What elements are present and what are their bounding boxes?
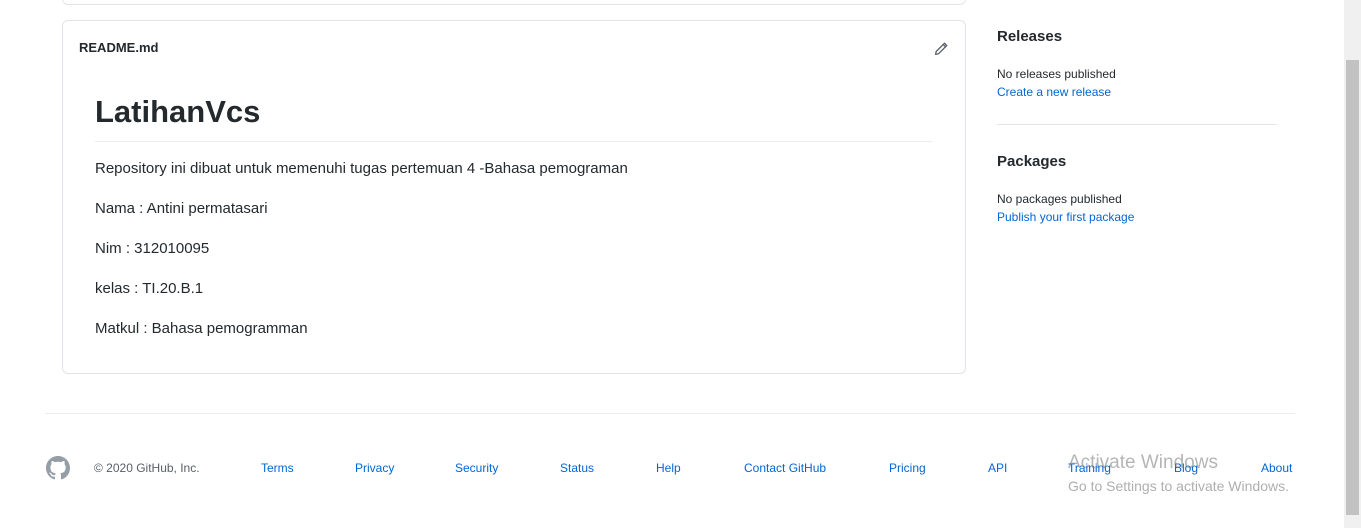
readme-filename: README.md (79, 40, 159, 55)
footer-link-help[interactable]: Help (656, 461, 681, 475)
readme-paragraph: Repository ini dibuat untuk memenuhi tug… (95, 160, 628, 177)
footer-link-about[interactable]: About (1261, 461, 1292, 475)
vertical-scrollbar[interactable] (1344, 0, 1361, 528)
packages-heading[interactable]: Packages (997, 153, 1066, 170)
footer-link-terms[interactable]: Terms (261, 461, 294, 475)
pencil-icon[interactable] (933, 41, 949, 57)
packages-status: No packages published (997, 192, 1122, 206)
previous-panel-edge (62, 0, 966, 5)
footer-link-security[interactable]: Security (455, 461, 498, 475)
footer-link-api[interactable]: API (988, 461, 1007, 475)
releases-heading[interactable]: Releases (997, 28, 1062, 45)
activation-watermark-subtitle: Go to Settings to activate Windows. (1068, 478, 1289, 494)
readme-paragraph: Nim : 312010095 (95, 240, 210, 257)
footer-link-contact[interactable]: Contact GitHub (744, 461, 826, 475)
readme-paragraph: Nama : Antini permatasari (95, 200, 268, 217)
scrollbar-thumb[interactable] (1346, 60, 1359, 515)
footer-link-pricing[interactable]: Pricing (889, 461, 926, 475)
readme-paragraph: kelas : TI.20.B.1 (95, 280, 204, 297)
readme-panel: README.md LatihanVcs Repository ini dibu… (62, 20, 966, 374)
sidebar-divider (997, 124, 1277, 125)
create-release-link[interactable]: Create a new release (997, 85, 1111, 99)
footer-copyright: © 2020 GitHub, Inc. (94, 461, 200, 475)
footer-link-status[interactable]: Status (560, 461, 594, 475)
activation-watermark-title: Activate Windows (1068, 452, 1218, 473)
releases-status: No releases published (997, 67, 1116, 81)
publish-package-link[interactable]: Publish your first package (997, 210, 1134, 224)
footer-divider (45, 413, 1295, 414)
readme-paragraph: Matkul : Bahasa pemogramman (95, 320, 308, 337)
footer-link-privacy[interactable]: Privacy (355, 461, 394, 475)
github-logo-icon[interactable] (46, 456, 70, 480)
readme-heading: LatihanVcs (95, 93, 932, 142)
